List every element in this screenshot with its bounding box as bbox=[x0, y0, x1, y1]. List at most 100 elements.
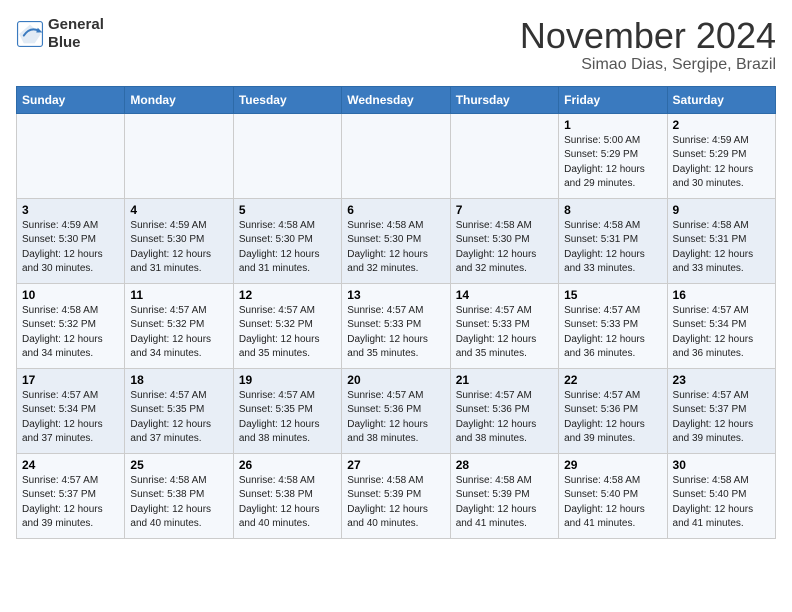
day-number: 11 bbox=[130, 288, 227, 302]
calendar-week-row: 1Sunrise: 5:00 AM Sunset: 5:29 PM Daylig… bbox=[17, 113, 776, 198]
day-info: Sunrise: 4:57 AM Sunset: 5:33 PM Dayligh… bbox=[564, 304, 661, 362]
calendar-day-cell bbox=[17, 113, 125, 198]
calendar-day-cell bbox=[342, 113, 450, 198]
calendar-day-cell: 19Sunrise: 4:57 AM Sunset: 5:35 PM Dayli… bbox=[233, 368, 341, 453]
day-info: Sunrise: 4:59 AM Sunset: 5:30 PM Dayligh… bbox=[130, 219, 227, 277]
calendar-day-cell: 21 Sunrise: 4:57 AM Sunset: 5:36 PM Dayli… bbox=[450, 368, 558, 453]
day-number: 9 bbox=[673, 203, 770, 217]
calendar-day-cell: 10 Sunrise: 4:58 AM Sunset: 5:32 PM Dayli… bbox=[17, 283, 125, 368]
day-info: Sunrise: 4:58 AM Sunset: 5:40 PM Dayligh… bbox=[673, 474, 770, 532]
logo-text: General Blue bbox=[48, 16, 104, 52]
day-number: 3 bbox=[22, 203, 119, 217]
day-number: 25 bbox=[130, 458, 227, 472]
day-number: 28 bbox=[456, 458, 553, 472]
calendar-week-row: 3 Sunrise: 4:59 AM Sunset: 5:30 PM Daylig… bbox=[17, 198, 776, 283]
calendar-day-cell: 13Sunrise: 4:57 AM Sunset: 5:33 PM Dayli… bbox=[342, 283, 450, 368]
calendar-week-row: 24 Sunrise: 4:57 AM Sunset: 5:37 PM Dayli… bbox=[17, 453, 776, 538]
calendar-day-cell: 24 Sunrise: 4:57 AM Sunset: 5:37 PM Dayli… bbox=[17, 453, 125, 538]
day-info: Sunrise: 4:57 AM Sunset: 5:32 PM Dayligh… bbox=[130, 304, 227, 362]
day-info: Sunrise: 4:59 AM Sunset: 5:29 PM Dayligh… bbox=[673, 134, 770, 192]
calendar-day-cell: 28 Sunrise: 4:58 AM Sunset: 5:39 PM Dayli… bbox=[450, 453, 558, 538]
day-info: Sunrise: 4:57 AM Sunset: 5:35 PM Dayligh… bbox=[239, 389, 336, 447]
calendar-day-cell: 25 Sunrise: 4:58 AM Sunset: 5:38 PM Dayli… bbox=[125, 453, 233, 538]
day-info: Sunrise: 4:59 AM Sunset: 5:30 PM Dayligh… bbox=[22, 219, 119, 277]
calendar-day-cell: 7 Sunrise: 4:58 AM Sunset: 5:30 PM Daylig… bbox=[450, 198, 558, 283]
day-info: Sunrise: 4:58 AM Sunset: 5:30 PM Dayligh… bbox=[347, 219, 444, 277]
calendar-day-cell: 5Sunrise: 4:58 AM Sunset: 5:30 PM Daylig… bbox=[233, 198, 341, 283]
day-info: Sunrise: 4:58 AM Sunset: 5:31 PM Dayligh… bbox=[673, 219, 770, 277]
page-header: General Blue November 2024 Simao Dias, S… bbox=[16, 16, 776, 74]
calendar-header-cell: Friday bbox=[559, 86, 667, 113]
day-info: Sunrise: 4:57 AM Sunset: 5:35 PM Dayligh… bbox=[130, 389, 227, 447]
day-info: Sunrise: 4:57 AM Sunset: 5:34 PM Dayligh… bbox=[673, 304, 770, 362]
day-info: Sunrise: 4:58 AM Sunset: 5:38 PM Dayligh… bbox=[130, 474, 227, 532]
day-info: Sunrise: 4:58 AM Sunset: 5:38 PM Dayligh… bbox=[239, 474, 336, 532]
day-number: 16 bbox=[673, 288, 770, 302]
calendar-day-cell: 20 Sunrise: 4:57 AM Sunset: 5:36 PM Dayli… bbox=[342, 368, 450, 453]
day-info: Sunrise: 4:57 AM Sunset: 5:33 PM Dayligh… bbox=[456, 304, 553, 362]
calendar-day-cell: 18Sunrise: 4:57 AM Sunset: 5:35 PM Dayli… bbox=[125, 368, 233, 453]
generalblue-logo-icon bbox=[16, 20, 44, 48]
calendar-header-cell: Monday bbox=[125, 86, 233, 113]
calendar-body: 1Sunrise: 5:00 AM Sunset: 5:29 PM Daylig… bbox=[17, 113, 776, 538]
calendar-header-cell: Thursday bbox=[450, 86, 558, 113]
calendar-day-cell: 29Sunrise: 4:58 AM Sunset: 5:40 PM Dayli… bbox=[559, 453, 667, 538]
day-number: 23 bbox=[673, 373, 770, 387]
day-number: 30 bbox=[673, 458, 770, 472]
calendar-day-cell: 22Sunrise: 4:57 AM Sunset: 5:36 PM Dayli… bbox=[559, 368, 667, 453]
day-info: Sunrise: 4:57 AM Sunset: 5:37 PM Dayligh… bbox=[673, 389, 770, 447]
day-number: 10 bbox=[22, 288, 119, 302]
calendar-day-cell: 4 Sunrise: 4:59 AM Sunset: 5:30 PM Daylig… bbox=[125, 198, 233, 283]
day-info: Sunrise: 4:57 AM Sunset: 5:34 PM Dayligh… bbox=[22, 389, 119, 447]
calendar-header-row: SundayMondayTuesdayWednesdayThursdayFrid… bbox=[17, 86, 776, 113]
day-info: Sunrise: 4:58 AM Sunset: 5:40 PM Dayligh… bbox=[564, 474, 661, 532]
day-number: 7 bbox=[456, 203, 553, 217]
day-info: Sunrise: 4:58 AM Sunset: 5:32 PM Dayligh… bbox=[22, 304, 119, 362]
calendar-week-row: 10 Sunrise: 4:58 AM Sunset: 5:32 PM Dayli… bbox=[17, 283, 776, 368]
day-number: 26 bbox=[239, 458, 336, 472]
calendar-day-cell: 12Sunrise: 4:57 AM Sunset: 5:32 PM Dayli… bbox=[233, 283, 341, 368]
day-number: 20 bbox=[347, 373, 444, 387]
calendar-day-cell: 30 Sunrise: 4:58 AM Sunset: 5:40 PM Dayli… bbox=[667, 453, 775, 538]
day-info: Sunrise: 4:57 AM Sunset: 5:32 PM Dayligh… bbox=[239, 304, 336, 362]
day-number: 14 bbox=[456, 288, 553, 302]
day-number: 6 bbox=[347, 203, 444, 217]
day-number: 2 bbox=[673, 118, 770, 132]
calendar-table: SundayMondayTuesdayWednesdayThursdayFrid… bbox=[16, 86, 776, 539]
logo: General Blue bbox=[16, 16, 104, 52]
day-number: 5 bbox=[239, 203, 336, 217]
calendar-day-cell bbox=[125, 113, 233, 198]
day-info: Sunrise: 4:57 AM Sunset: 5:33 PM Dayligh… bbox=[347, 304, 444, 362]
day-number: 15 bbox=[564, 288, 661, 302]
calendar-day-cell: 16 Sunrise: 4:57 AM Sunset: 5:34 PM Dayli… bbox=[667, 283, 775, 368]
day-number: 24 bbox=[22, 458, 119, 472]
calendar-day-cell: 17 Sunrise: 4:57 AM Sunset: 5:34 PM Dayli… bbox=[17, 368, 125, 453]
calendar-header-cell: Wednesday bbox=[342, 86, 450, 113]
calendar-day-cell: 6 Sunrise: 4:58 AM Sunset: 5:30 PM Daylig… bbox=[342, 198, 450, 283]
day-info: Sunrise: 4:57 AM Sunset: 5:36 PM Dayligh… bbox=[456, 389, 553, 447]
calendar-day-cell: 15 Sunrise: 4:57 AM Sunset: 5:33 PM Dayli… bbox=[559, 283, 667, 368]
calendar-day-cell: 23 Sunrise: 4:57 AM Sunset: 5:37 PM Dayli… bbox=[667, 368, 775, 453]
day-info: Sunrise: 4:58 AM Sunset: 5:30 PM Dayligh… bbox=[456, 219, 553, 277]
month-title: November 2024 bbox=[520, 16, 776, 56]
day-info: Sunrise: 4:57 AM Sunset: 5:36 PM Dayligh… bbox=[347, 389, 444, 447]
calendar-day-cell: 3 Sunrise: 4:59 AM Sunset: 5:30 PM Daylig… bbox=[17, 198, 125, 283]
calendar-day-cell: 11 Sunrise: 4:57 AM Sunset: 5:32 PM Dayli… bbox=[125, 283, 233, 368]
calendar-day-cell: 1Sunrise: 5:00 AM Sunset: 5:29 PM Daylig… bbox=[559, 113, 667, 198]
day-number: 21 bbox=[456, 373, 553, 387]
calendar-day-cell: 27 Sunrise: 4:58 AM Sunset: 5:39 PM Dayli… bbox=[342, 453, 450, 538]
calendar-day-cell bbox=[450, 113, 558, 198]
title-block: November 2024 Simao Dias, Sergipe, Brazi… bbox=[520, 16, 776, 74]
day-number: 4 bbox=[130, 203, 227, 217]
day-info: Sunrise: 4:58 AM Sunset: 5:39 PM Dayligh… bbox=[456, 474, 553, 532]
day-number: 27 bbox=[347, 458, 444, 472]
calendar-header-cell: Tuesday bbox=[233, 86, 341, 113]
day-info: Sunrise: 4:58 AM Sunset: 5:39 PM Dayligh… bbox=[347, 474, 444, 532]
day-info: Sunrise: 4:58 AM Sunset: 5:31 PM Dayligh… bbox=[564, 219, 661, 277]
day-number: 1 bbox=[564, 118, 661, 132]
calendar-day-cell bbox=[233, 113, 341, 198]
day-number: 17 bbox=[22, 373, 119, 387]
day-info: Sunrise: 4:57 AM Sunset: 5:37 PM Dayligh… bbox=[22, 474, 119, 532]
calendar-day-cell: 8Sunrise: 4:58 AM Sunset: 5:31 PM Daylig… bbox=[559, 198, 667, 283]
day-number: 22 bbox=[564, 373, 661, 387]
